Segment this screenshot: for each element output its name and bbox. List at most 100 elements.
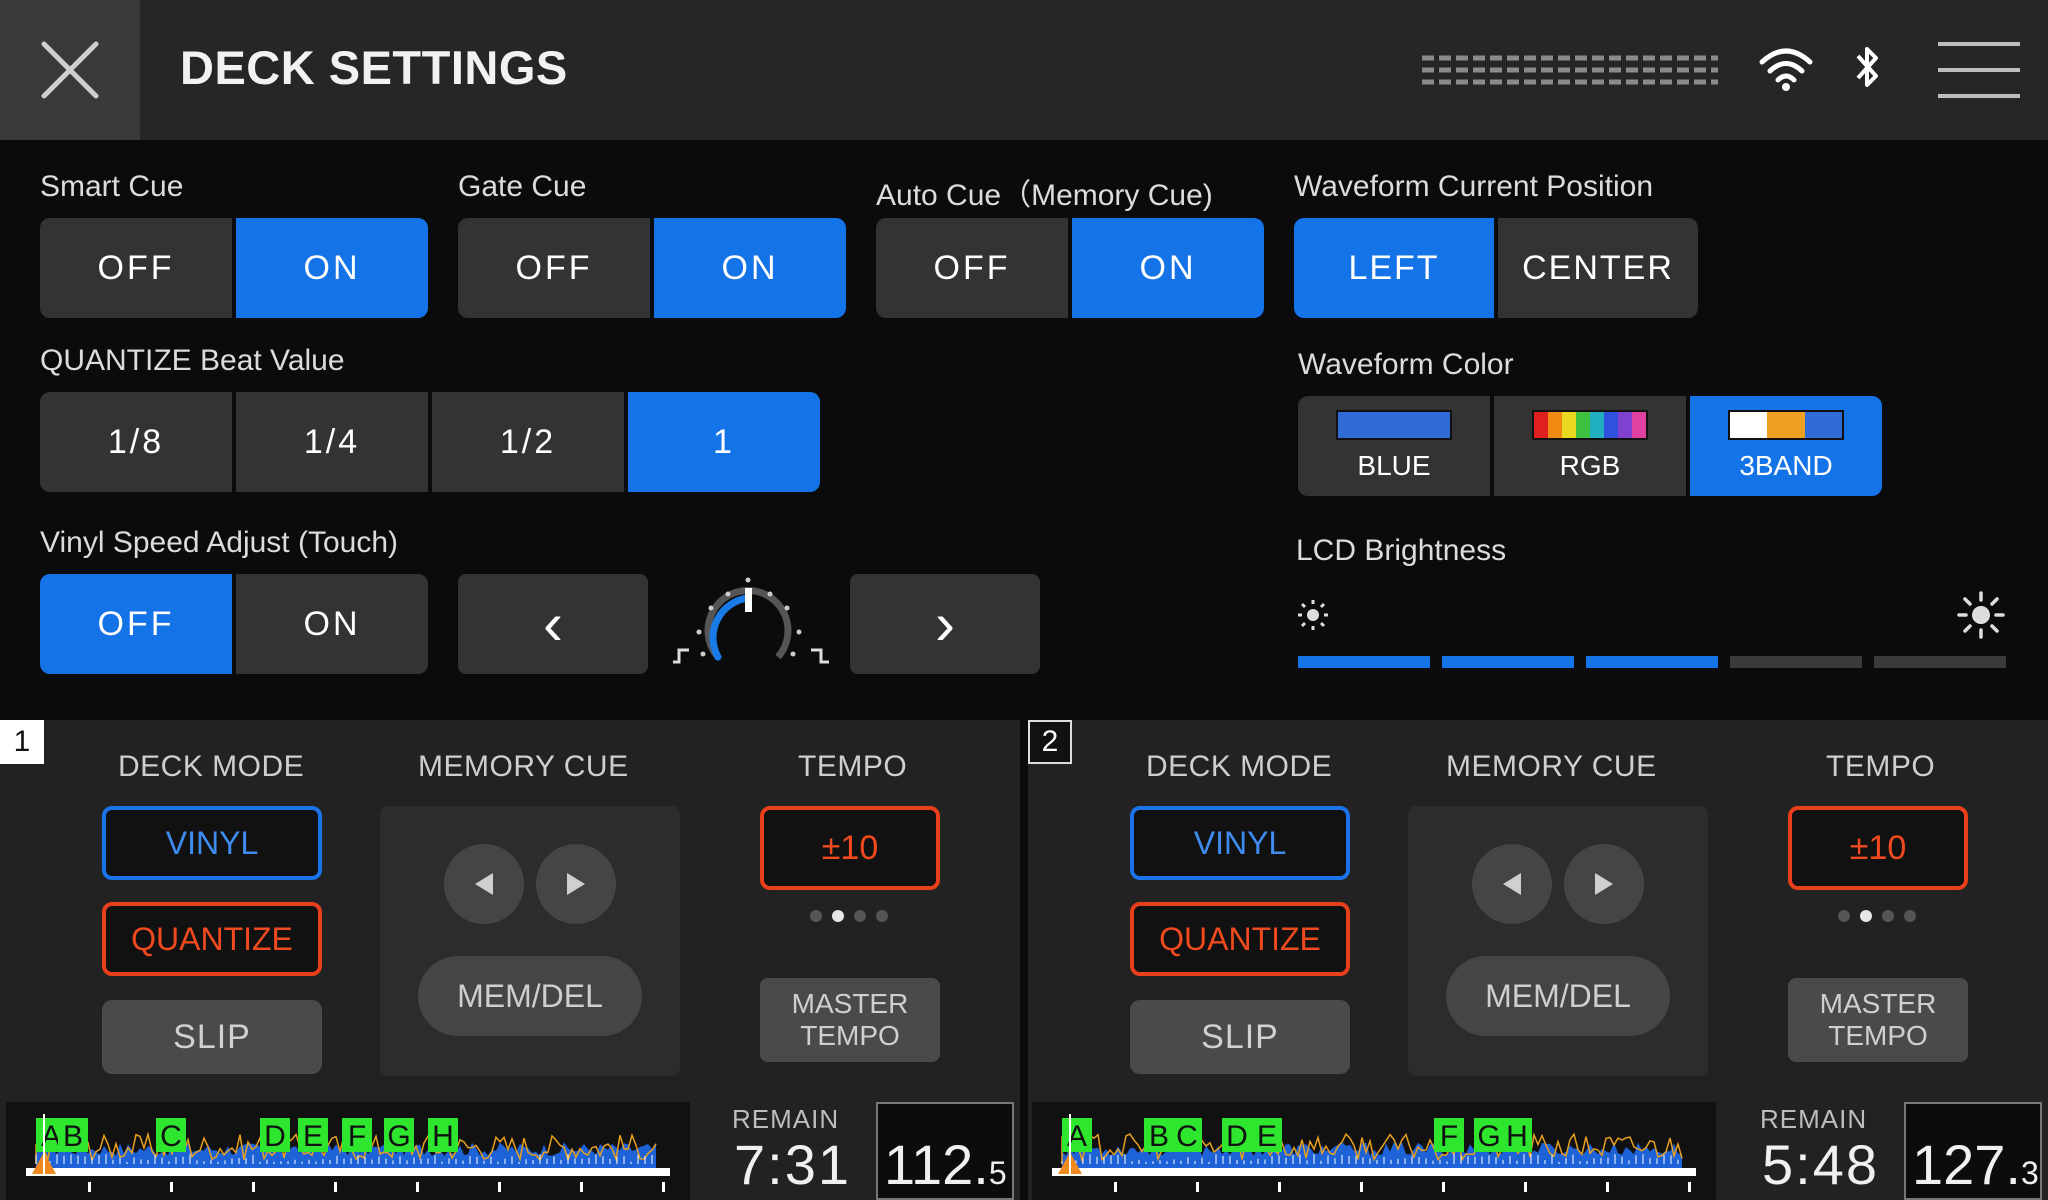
deck-1-mem-next-button[interactable] bbox=[536, 844, 616, 924]
speed-knob-icon bbox=[673, 577, 829, 664]
blue-swatch bbox=[1336, 410, 1452, 440]
deck-2-mem-prev-button[interactable] bbox=[1472, 844, 1552, 924]
smart-cue-label: Smart Cue bbox=[40, 170, 184, 203]
waveform-color-blue-button[interactable]: BLUE bbox=[1298, 396, 1490, 496]
brightness-segment-5[interactable] bbox=[1874, 656, 2006, 668]
hamburger-menu-icon[interactable] bbox=[1938, 40, 2020, 105]
deck-2-memory-cue-box: MEM/DEL bbox=[1408, 806, 1708, 1076]
deck-1-master-tempo-button[interactable]: MASTER TEMPO bbox=[760, 978, 940, 1062]
deck-1-remain-label: REMAIN bbox=[732, 1104, 840, 1134]
auto-cue-off-button[interactable]: OFF bbox=[876, 218, 1068, 318]
brightness-low-icon bbox=[1298, 600, 1328, 630]
header-bar: DECK SETTINGS bbox=[0, 0, 2048, 140]
chevron-left-icon: ‹ bbox=[543, 590, 563, 657]
close-button[interactable] bbox=[0, 0, 140, 140]
waveform-color-blue-label: BLUE bbox=[1357, 450, 1431, 481]
vinyl-speed-decrease-button[interactable]: ‹ bbox=[458, 574, 648, 674]
deck-1-memory-cue-box: MEM/DEL bbox=[380, 806, 680, 1076]
deck-1-vinyl-button[interactable]: VINYL bbox=[102, 806, 322, 880]
triangle-right-icon bbox=[1595, 873, 1613, 895]
deck-1-waveform[interactable]: ABCDEFGH bbox=[6, 1102, 690, 1200]
gate-cue-on-button[interactable]: ON bbox=[650, 218, 846, 318]
cue-marker-F: F bbox=[1440, 1120, 1458, 1153]
auto-cue-toggle: OFF ON bbox=[876, 218, 1264, 318]
deck-2-memdel-button[interactable]: MEM/DEL bbox=[1446, 956, 1670, 1036]
waveform-color-selector: BLUE RGB 3BAND bbox=[1298, 396, 1882, 496]
deck-1-quantize-button[interactable]: QUANTIZE bbox=[102, 902, 322, 976]
cue-marker-D: D bbox=[1226, 1120, 1248, 1153]
tempo-dot bbox=[854, 910, 866, 922]
waveform-color-label: Waveform Color bbox=[1298, 348, 1514, 381]
deck-1-bpm-decimal: 5 bbox=[988, 1155, 1007, 1191]
brightness-segment-1[interactable] bbox=[1298, 656, 1430, 668]
cue-marker-C: C bbox=[160, 1120, 182, 1153]
vinyl-speed-increase-button[interactable]: › bbox=[850, 574, 1040, 674]
cue-marker-H: H bbox=[1506, 1120, 1528, 1153]
deck-1-memdel-button[interactable]: MEM/DEL bbox=[418, 956, 642, 1036]
deck-1-master-line2: TEMPO bbox=[800, 1020, 900, 1051]
waveform-color-3band-label: 3BAND bbox=[1739, 450, 1833, 481]
waveform-left-button[interactable]: LEFT bbox=[1294, 218, 1494, 318]
gate-cue-label: Gate Cue bbox=[458, 170, 587, 203]
bluetooth-icon bbox=[1856, 47, 1878, 87]
waveform-color-rgb-label: RGB bbox=[1559, 450, 1621, 481]
tempo-dot-active bbox=[1860, 910, 1872, 922]
cue-marker-G: G bbox=[387, 1120, 410, 1153]
waveform-position-label: Waveform Current Position bbox=[1294, 170, 1654, 203]
vinyl-speed-on-button[interactable]: ON bbox=[232, 574, 428, 674]
vinyl-speed-off-button[interactable]: OFF bbox=[40, 574, 232, 674]
deck-1-panel: 1 DECK MODE MEMORY CUE TEMPO VINYL QUANT… bbox=[0, 720, 1020, 1200]
deck-2-remain-time: 5:48 bbox=[1762, 1133, 1879, 1196]
auto-cue-on-button[interactable]: ON bbox=[1068, 218, 1264, 318]
smart-cue-on-button[interactable]: ON bbox=[232, 218, 428, 318]
deck-1-tempo-range-button[interactable]: ±10 bbox=[760, 806, 940, 890]
triangle-right-icon bbox=[567, 873, 585, 895]
quantize-1-button[interactable]: 1 bbox=[624, 392, 820, 492]
quantize-1-4-button[interactable]: 1/4 bbox=[232, 392, 428, 492]
vinyl-speed-label: Vinyl Speed Adjust (Touch) bbox=[40, 526, 398, 559]
deck-1-memory-cue-label: MEMORY CUE bbox=[418, 750, 629, 783]
deck-2-tempo-range-button[interactable]: ±10 bbox=[1788, 806, 1968, 890]
tempo-dot-active bbox=[832, 910, 844, 922]
deck-2-master-tempo-button[interactable]: MASTER TEMPO bbox=[1788, 978, 1968, 1062]
deck-1-remain-time: 7:31 bbox=[734, 1133, 851, 1196]
deck-2-panel: 2 DECK MODE MEMORY CUE TEMPO VINYL QUANT… bbox=[1028, 720, 2048, 1200]
waveform-color-rgb-button[interactable]: RGB bbox=[1490, 396, 1686, 496]
deck-2-remain-label: REMAIN bbox=[1760, 1104, 1868, 1134]
quantize-1-8-button[interactable]: 1/8 bbox=[40, 392, 232, 492]
tempo-dot bbox=[1838, 910, 1850, 922]
deck-2-mem-next-button[interactable] bbox=[1564, 844, 1644, 924]
deck-2-vinyl-button[interactable]: VINYL bbox=[1130, 806, 1350, 880]
gate-cue-off-button[interactable]: OFF bbox=[458, 218, 650, 318]
deck-divider bbox=[1020, 720, 1028, 1200]
smart-cue-off-button[interactable]: OFF bbox=[40, 218, 232, 318]
deck-2-bpm-display: 127.3 bbox=[1904, 1102, 2042, 1200]
deck-2-quantize-button[interactable]: QUANTIZE bbox=[1130, 902, 1350, 976]
deck-1-slip-button[interactable]: SLIP bbox=[102, 1000, 322, 1074]
deck-2-tempo-label: TEMPO bbox=[1826, 750, 1936, 783]
deck-2-slip-button[interactable]: SLIP bbox=[1130, 1000, 1350, 1074]
brightness-segment-3[interactable] bbox=[1586, 656, 1718, 668]
deck-2-master-line2: TEMPO bbox=[1828, 1020, 1928, 1051]
cue-marker-F: F bbox=[348, 1120, 366, 1153]
waveform-center-button[interactable]: CENTER bbox=[1494, 218, 1698, 318]
quantize-1-2-button[interactable]: 1/2 bbox=[428, 392, 624, 492]
deck-1-mem-prev-button[interactable] bbox=[444, 844, 524, 924]
deck-1-tempo-label: TEMPO bbox=[798, 750, 908, 783]
cue-marker-D: D bbox=[264, 1120, 286, 1153]
quantize-beat-selector: 1/8 1/4 1/2 1 bbox=[40, 392, 820, 492]
brightness-segment-4[interactable] bbox=[1730, 656, 1862, 668]
chevron-right-icon: › bbox=[935, 590, 955, 657]
waveform-color-3band-button[interactable]: 3BAND bbox=[1686, 396, 1882, 496]
deck-2-waveform[interactable]: ABCDEFGH bbox=[1032, 1102, 1716, 1200]
page-title: DECK SETTINGS bbox=[180, 41, 568, 94]
cue-marker-E: E bbox=[1257, 1120, 1277, 1153]
waveform-position-toggle: LEFT CENTER bbox=[1294, 218, 1698, 318]
cue-marker-B: B bbox=[63, 1120, 83, 1153]
brightness-segment-2[interactable] bbox=[1442, 656, 1574, 668]
deck-1-bpm-main: 112. bbox=[884, 1133, 989, 1196]
tempo-dot bbox=[1904, 910, 1916, 922]
smart-cue-toggle: OFF ON bbox=[40, 218, 428, 318]
deck-1-deck-mode-label: DECK MODE bbox=[118, 750, 305, 783]
cue-marker-E: E bbox=[303, 1120, 323, 1153]
